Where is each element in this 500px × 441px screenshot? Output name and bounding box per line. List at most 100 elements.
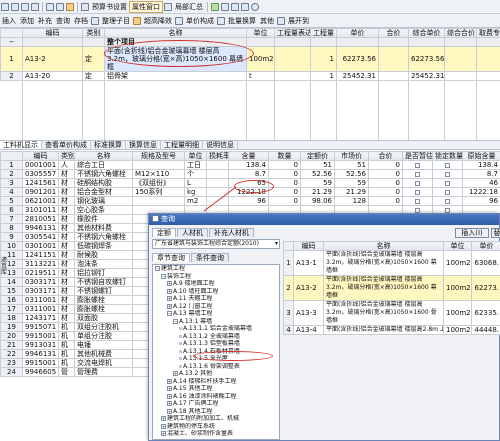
filter-icon[interactable]	[231, 2, 239, 11]
tree-node[interactable]: − 装饰工程	[153, 273, 279, 281]
column-header[interactable]: 工程量表达式	[274, 28, 311, 38]
column-header[interactable]: 锁定数量	[432, 151, 463, 161]
estimate-checkbox[interactable]	[414, 198, 420, 204]
property-window-button[interactable]: 属性窗口	[129, 0, 163, 13]
column-header[interactable]: 类别	[58, 151, 75, 161]
query-button[interactable]: 查询	[54, 15, 72, 27]
tree-node[interactable]: + A.15 其他工程	[153, 385, 279, 393]
tab-supplement-material[interactable]: 补充人材机	[209, 227, 254, 237]
column-header[interactable]: 是否暂估	[402, 151, 433, 161]
column-header[interactable]: 编码	[22, 28, 83, 38]
batch-convert-button[interactable]: 批量换算	[226, 15, 258, 27]
tree-toggle[interactable]: +	[167, 378, 172, 384]
estimate-checkbox[interactable]	[414, 171, 420, 177]
tree-toggle[interactable]: +	[167, 281, 172, 286]
tab-chapter-query[interactable]: 章节查询	[152, 252, 190, 262]
tab-quantity-detail[interactable]: 工程量明细	[161, 141, 203, 149]
column-header[interactable]: 名称	[104, 28, 247, 38]
price-structure-button[interactable]: 单价构成	[184, 15, 216, 27]
lock-checkbox[interactable]	[444, 162, 450, 168]
table-row[interactable]: 1 A13-1 平面(含折线)铝合金玻璃幕墙 楼层高3.2m，玻璃分格(宽×高)10…	[283, 250, 500, 276]
tree-node[interactable]: + 混凝土、砂浆制作含量表	[153, 430, 279, 438]
tree-node[interactable]: A.13.1.3 铝塑板幕墙	[153, 340, 279, 348]
help-icon[interactable]	[251, 2, 259, 11]
table-row[interactable]: 2 0305557 材不锈钢六角螺栓 M12×110 个 8.7 0 52.56 52.56 0 8…	[0, 169, 500, 179]
other-button[interactable]: 其他	[258, 15, 276, 27]
supplement-button[interactable]: 补充	[36, 15, 54, 27]
tab-standard-convert[interactable]: 标准换算	[91, 141, 126, 149]
lock-checkbox[interactable]	[444, 180, 450, 186]
tree-toggle[interactable]: +	[167, 393, 172, 399]
expand-toggle[interactable]: −	[0, 37, 23, 47]
insert-button[interactable]: 插入(I)	[455, 228, 489, 238]
column-header[interactable]: 数量	[268, 151, 301, 161]
tree-toggle[interactable]: −	[161, 273, 166, 279]
section-row[interactable]: − 整个项目	[0, 37, 500, 47]
column-header[interactable]: 单价	[336, 28, 379, 38]
tree-toggle[interactable]: −	[155, 266, 160, 271]
column-header[interactable]: 单位	[443, 241, 472, 251]
estimate-checkbox[interactable]	[414, 207, 420, 213]
tab-labor-material-machine[interactable]: 工料机显示	[0, 141, 42, 149]
tree-node[interactable]: + A.12 门窗工程	[153, 303, 279, 311]
column-header[interactable]: 综合单价	[408, 28, 445, 38]
tree-node[interactable]: + A.13.2 其他	[153, 370, 279, 378]
tab-condition-query[interactable]: 条件查询	[191, 252, 229, 262]
tree-node[interactable]: − A.13.1 幕墙	[153, 318, 279, 326]
table-row[interactable]: 3 A13-3 平面(含折线)铝合金玻璃幕墙 楼层高3.2m，玻璃分格(宽×高)10…	[283, 300, 500, 326]
tree-node[interactable]: A.13.1.2 全玻璃幕墙	[153, 333, 279, 341]
tree-toggle[interactable]: +	[173, 371, 178, 376]
tree-toggle[interactable]: +	[161, 416, 166, 421]
tree-toggle[interactable]: +	[167, 408, 172, 414]
column-header[interactable]: 名称	[323, 241, 444, 251]
main-table-empty-area[interactable]	[0, 72, 500, 140]
tree-node[interactable]: + A.11 天棚工程	[153, 295, 279, 303]
lock-checkbox[interactable]	[444, 198, 450, 204]
calc-icon[interactable]	[221, 2, 229, 11]
tab-description-info[interactable]: 说明信息	[203, 141, 238, 149]
tree-node[interactable]: + A.17 广告牌工程	[153, 400, 279, 408]
tree-toggle[interactable]: +	[167, 386, 172, 391]
table-row[interactable]: 1 0001001 人综合工日 工日 138.4 0 51 51 0 138.4	[0, 160, 500, 170]
table-row[interactable]: 5 0621001 材钢化玻璃 m2 96 0 98.06 128 0 96	[0, 196, 500, 206]
arrange-items-button[interactable]: 整理子目	[100, 15, 132, 27]
tree-node[interactable]: A.13.1.1 铝合金玻璃幕墙	[153, 325, 279, 333]
tree-node[interactable]: − A.13 幕墙工程	[153, 310, 279, 318]
estimate-checkbox[interactable]	[414, 162, 420, 168]
lock-checkbox[interactable]	[444, 207, 450, 213]
table-row[interactable]: 4A13-4平面(含折线)铝合金玻璃幕墙 楼层高2.8m 上悬窗窗增加费100m…	[283, 325, 500, 335]
tab-quota[interactable]: 定额	[152, 227, 176, 237]
table-icon[interactable]	[56, 2, 64, 11]
tree-toggle[interactable]: +	[167, 401, 172, 406]
tree-node[interactable]: + A.14 楼梯栏杆扶手工程	[153, 378, 279, 386]
column-header[interactable]: 合价	[368, 151, 403, 161]
tree-toggle[interactable]: −	[173, 318, 178, 324]
tree-node[interactable]: − 建筑工程	[153, 265, 279, 273]
add-button[interactable]: 添加	[18, 15, 36, 27]
column-header[interactable]: 单位	[246, 28, 275, 38]
column-header[interactable]: 综合合价	[444, 28, 477, 38]
estimate-checkbox[interactable]	[414, 189, 420, 195]
column-header[interactable]: 编码	[22, 151, 59, 161]
tree-toggle[interactable]: +	[161, 423, 166, 429]
tree-node[interactable]: + A.16 油漆涂料裱糊工程	[153, 393, 279, 401]
dialog-title-bar[interactable]: 查询	[149, 214, 499, 225]
column-header[interactable]: 损耗率	[206, 151, 229, 161]
undo-icon[interactable]	[11, 2, 19, 11]
menu-icon[interactable]	[1, 2, 9, 11]
column-header[interactable]: 规格及型号	[132, 151, 185, 161]
column-header[interactable]: 工程量	[310, 28, 337, 38]
quota-library-select[interactable]: 广东省建筑与装饰工程综合定额(2010) ▾	[152, 239, 280, 249]
column-header[interactable]: 编码	[293, 241, 324, 251]
estimate-checkbox[interactable]	[414, 180, 420, 186]
budget-settings-button[interactable]: 预算书设置	[90, 1, 129, 13]
column-header[interactable]: 名称	[74, 151, 133, 161]
column-header[interactable]: 定额价	[300, 151, 335, 161]
partial-summary-button[interactable]: 局部汇总	[173, 1, 205, 13]
tree-node[interactable]: + A.9 楼地面工程	[153, 280, 279, 288]
tree-toggle[interactable]: +	[167, 288, 172, 294]
print-icon[interactable]	[66, 2, 74, 11]
tree-node[interactable]: + 建筑物的停车系统	[153, 423, 279, 431]
column-header[interactable]: 含量	[228, 151, 269, 161]
archive-button[interactable]: 存档	[72, 15, 90, 27]
